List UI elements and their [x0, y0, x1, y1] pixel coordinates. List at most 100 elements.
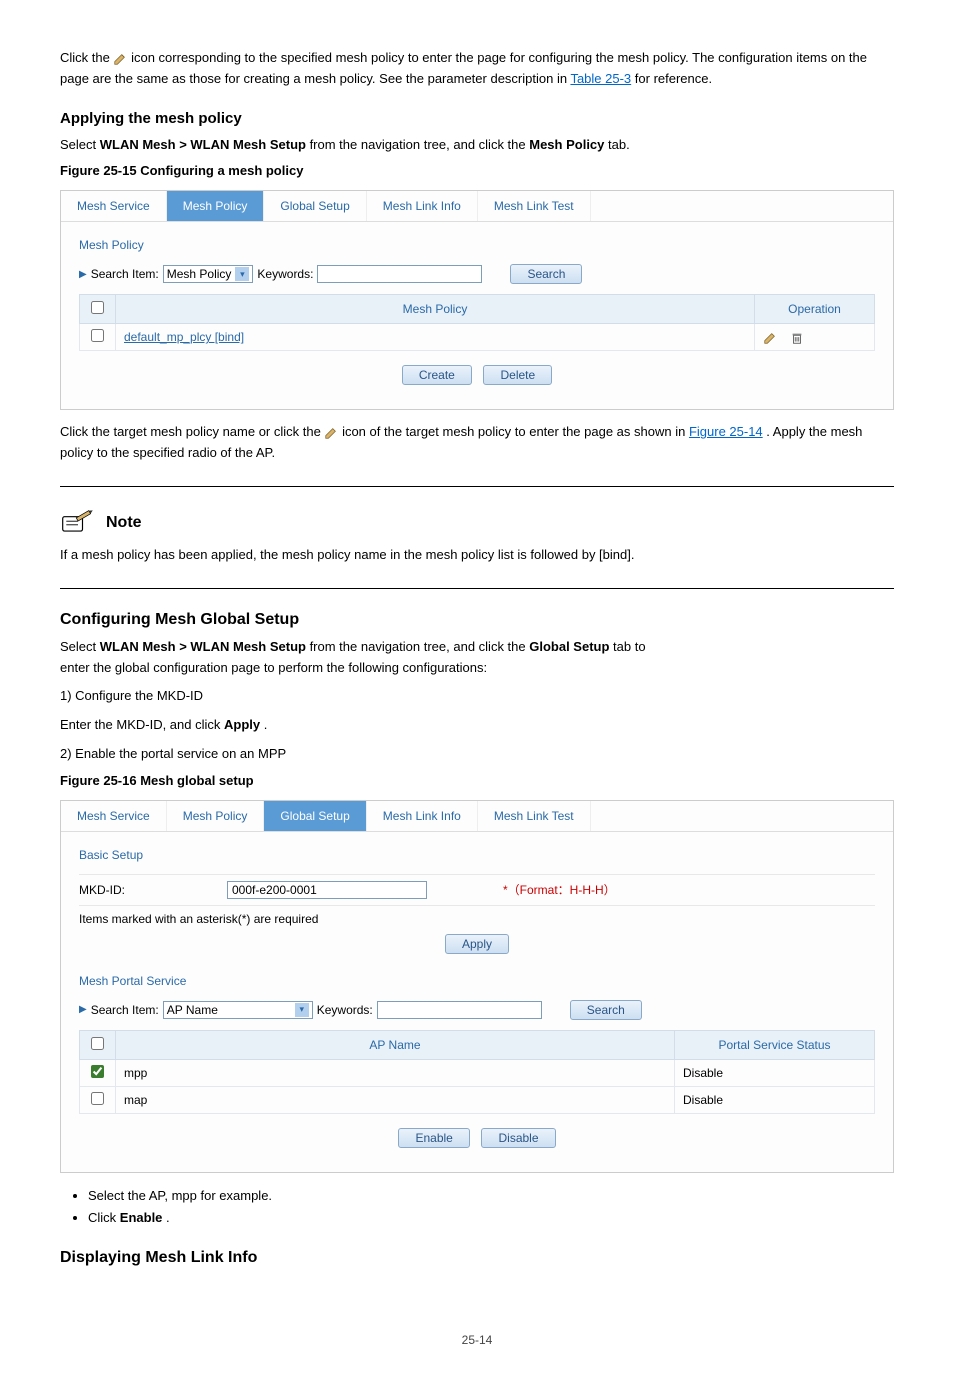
- tab-mesh-service[interactable]: Mesh Service: [61, 801, 167, 831]
- nav-path: WLAN Mesh > WLAN Mesh Setup: [100, 639, 310, 654]
- row-checkbox[interactable]: [91, 1092, 104, 1105]
- mkd-format-hint: *（Format：H-H-H）: [503, 881, 616, 898]
- text: tab to: [613, 639, 646, 654]
- text: Enter the MKD-ID, and click: [60, 717, 224, 732]
- text: icon corresponding to the specified mesh…: [131, 50, 614, 65]
- triangle-icon: ▶: [79, 1004, 87, 1015]
- search-button[interactable]: Search: [570, 1000, 642, 1020]
- disable-button[interactable]: Disable: [481, 1128, 555, 1148]
- select-value: Mesh Policy: [167, 267, 232, 281]
- search-item-label: Search Item:: [91, 267, 159, 281]
- mesh-policy-table: Mesh Policy Operation default_mp_plcy [b…: [79, 294, 875, 351]
- text: icon of the target mesh policy to enter …: [342, 424, 630, 439]
- panel-heading-mesh-policy: Mesh Policy: [79, 238, 875, 252]
- chevron-down-icon: ▾: [235, 267, 249, 281]
- table-ref-link[interactable]: Table 25-3: [570, 71, 631, 86]
- select-all-header: [80, 1030, 116, 1059]
- triangle-icon: ▶: [79, 269, 87, 280]
- tab-mesh-link-test[interactable]: Mesh Link Test: [478, 191, 591, 221]
- tab-mesh-service[interactable]: Mesh Service: [61, 191, 167, 221]
- search-item-label: Search Item:: [91, 1003, 159, 1017]
- tab-global-setup[interactable]: Global Setup: [264, 191, 366, 221]
- tab-mesh-link-info[interactable]: Mesh Link Info: [367, 801, 478, 831]
- create-button[interactable]: Create: [402, 365, 472, 385]
- text: from the navigation tree, and click the: [310, 137, 530, 152]
- select-value: AP Name: [167, 1003, 291, 1017]
- apply-button[interactable]: Apply: [445, 934, 509, 954]
- tab-bar: Mesh Service Mesh Policy Global Setup Me…: [61, 801, 893, 832]
- tab-global-setup[interactable]: Global Setup: [264, 801, 366, 831]
- required-note: Items marked with an asterisk(*) are req…: [79, 912, 875, 926]
- divider: [60, 588, 894, 589]
- enable-word: Enable: [120, 1210, 163, 1225]
- divider: [60, 486, 894, 487]
- keywords-input[interactable]: [377, 1001, 542, 1019]
- mkd-id-row: MKD-ID: *（Format：H-H-H）: [79, 874, 875, 906]
- text: Select: [60, 137, 100, 152]
- text: Click the: [60, 50, 113, 65]
- table-row: mpp Disable: [80, 1059, 875, 1086]
- search-item-select[interactable]: Mesh Policy ▾: [163, 265, 254, 283]
- table-row: map Disable: [80, 1086, 875, 1113]
- figure1-caption: Figure 25-15 Configuring a mesh policy: [60, 163, 894, 178]
- page-number: 25-14: [60, 1333, 894, 1347]
- figure2-caption: Figure 25-16 Mesh global setup: [60, 773, 894, 788]
- figure-ref-link[interactable]: Figure 25-14: [689, 424, 763, 439]
- figure-global-setup-panel: Mesh Service Mesh Policy Global Setup Me…: [60, 800, 894, 1173]
- note-text: If a mesh policy has been applied, the m…: [60, 545, 894, 566]
- row-checkbox[interactable]: [91, 1065, 104, 1078]
- text: for reference.: [635, 71, 712, 86]
- search-row: ▶ Search Item: Mesh Policy ▾ Keywords: S…: [79, 264, 875, 284]
- col-ap-name: AP Name: [116, 1030, 675, 1059]
- step-2: 2) Enable the portal service on an MPP: [60, 744, 894, 765]
- keywords-input[interactable]: [317, 265, 482, 283]
- nav-tab-name: Mesh Policy: [529, 137, 604, 152]
- trash-icon[interactable]: [790, 331, 804, 345]
- delete-button[interactable]: Delete: [483, 365, 552, 385]
- mkd-id-input[interactable]: [227, 881, 427, 899]
- tab-mesh-policy[interactable]: Mesh Policy: [167, 801, 265, 831]
- apply-instruction: Click the target mesh policy name or cli…: [60, 422, 894, 464]
- note-block: Note: [60, 509, 894, 537]
- text: .: [166, 1210, 170, 1225]
- text: Click: [88, 1210, 120, 1225]
- search-item-select[interactable]: AP Name ▾: [163, 1001, 313, 1019]
- edit-icon[interactable]: [763, 331, 777, 345]
- col-mesh-policy: Mesh Policy: [116, 295, 755, 324]
- text: shown in: [634, 424, 689, 439]
- section-global-setup: Configuring Mesh Global Setup: [60, 611, 894, 629]
- panel-heading-portal-service: Mesh Portal Service: [79, 974, 875, 988]
- select-all-checkbox[interactable]: [91, 1037, 104, 1050]
- text: from the navigation tree, and click the: [310, 639, 530, 654]
- search-row: ▶ Search Item: AP Name ▾ Keywords: Searc…: [79, 1000, 875, 1020]
- apply-word: Apply: [224, 717, 260, 732]
- policy-name-link[interactable]: default_mp_plcy [bind]: [124, 330, 244, 344]
- text: Click the target mesh policy name or cli…: [60, 424, 324, 439]
- post-figure-bullets: Select the AP, mpp for example. Click En…: [88, 1185, 894, 1229]
- select-all-checkbox[interactable]: [91, 301, 104, 314]
- list-item: Select the AP, mpp for example.: [88, 1185, 894, 1207]
- text: Select: [60, 639, 100, 654]
- tab-mesh-policy[interactable]: Mesh Policy: [167, 191, 265, 221]
- section-mesh-link-info: Displaying Mesh Link Info: [60, 1249, 894, 1267]
- nav-path: WLAN Mesh > WLAN Mesh Setup: [100, 137, 310, 152]
- intro-paragraph: Click the icon corresponding to the spec…: [60, 48, 894, 90]
- tab-mesh-link-test[interactable]: Mesh Link Test: [478, 801, 591, 831]
- text: enter the global configuration page to p…: [60, 660, 487, 675]
- table-row: default_mp_plcy [bind]: [80, 324, 875, 351]
- step-heading-apply-policy: Applying the mesh policy: [60, 110, 894, 127]
- list-item: Click Enable .: [88, 1207, 894, 1229]
- row-checkbox[interactable]: [91, 329, 104, 342]
- figure-mesh-policy-panel: Mesh Service Mesh Policy Global Setup Me…: [60, 190, 894, 410]
- panel-heading-basic-setup: Basic Setup: [79, 848, 875, 862]
- tab-mesh-link-info[interactable]: Mesh Link Info: [367, 191, 478, 221]
- nav-tab-name: Global Setup: [529, 639, 609, 654]
- status-cell: Disable: [675, 1059, 875, 1086]
- note-label: Note: [106, 514, 142, 532]
- keywords-label: Keywords:: [257, 267, 313, 281]
- enable-button[interactable]: Enable: [398, 1128, 469, 1148]
- search-button[interactable]: Search: [510, 264, 582, 284]
- text: .: [264, 717, 268, 732]
- portal-service-table: AP Name Portal Service Status mpp Disabl…: [79, 1030, 875, 1114]
- ap-name-cell: mpp: [116, 1059, 675, 1086]
